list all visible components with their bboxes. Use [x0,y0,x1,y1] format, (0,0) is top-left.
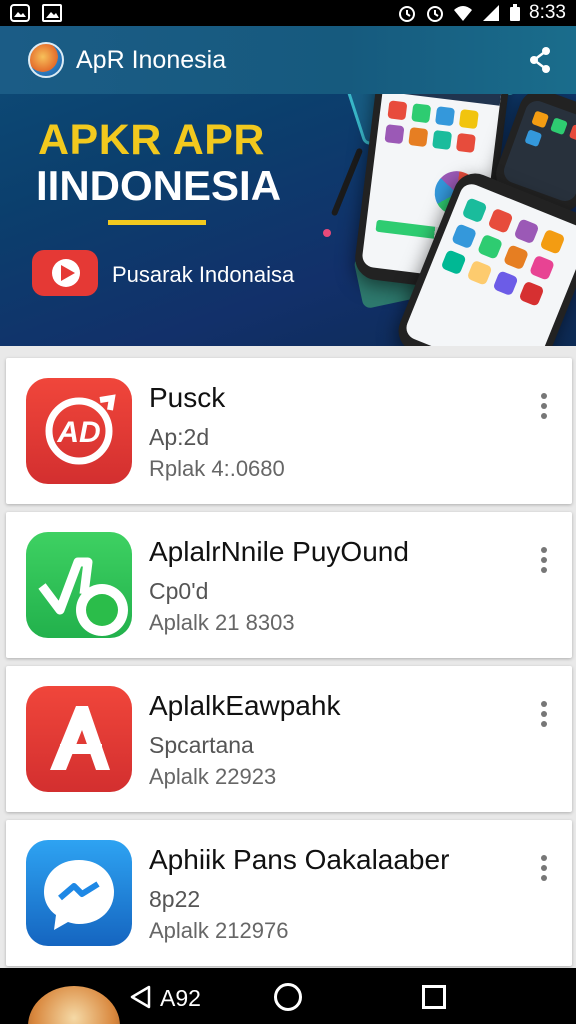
app-subtitle: Ap:2d [149,424,210,450]
list-item[interactable]: AD Pusck Ap:2d Rplak 4:.0680 [6,358,572,504]
app-subtitle: Cp0'd [149,578,209,604]
banner-header: ApR Inonesia [0,26,576,94]
avatar [28,986,120,1024]
banner-subtext: Pusarak Indonaisa [112,262,295,287]
share-icon[interactable] [524,44,556,76]
app-title: Pusck [149,382,226,413]
list-item[interactable]: AplalkEawpahk Spcartana Aplalk 22923 [6,666,572,812]
list-item[interactable]: Aphiik Pans Oakalaaber 8p22 Aplalk 21297… [6,820,572,966]
svg-text:AD: AD [56,416,100,449]
signal-icon [483,5,500,21]
gallery-icon [10,4,30,22]
app-subtitle: Spcartana [149,732,254,758]
brand-logo [28,42,64,78]
app-title: Aphiik Pans Oakalaaber [149,844,450,875]
app-subtitle: 8p22 [149,886,201,912]
decor-pen [330,147,364,217]
red-a-icon [26,686,132,792]
app-title: AplalkEawpahk [149,690,341,721]
app-meta: Aplalk 21 8303 [149,610,295,635]
nav-label: A92 [160,985,201,1011]
back-icon[interactable] [128,984,154,1010]
brand-name: ApR Inonesia [76,45,227,74]
app-meta: Aplalk 212976 [149,918,289,943]
red-ad-icon: AD [26,378,132,484]
app-list: AD Pusck Ap:2d Rplak 4:.0680 AplalrNnile… [0,346,576,968]
app-title: AplalrNnile PuyOund [149,536,409,567]
play-badge-icon [32,250,98,296]
alarm-icon [427,6,444,22]
more-options-icon[interactable] [534,852,554,884]
wifi-icon [454,6,473,21]
hero-banner: ApR Inonesia APKR APR IINDONESIA Pusarak… [0,26,576,346]
navigation-bar: A92 [0,968,576,1024]
home-icon[interactable] [274,983,302,1011]
battery-icon [510,4,521,21]
blue-messenger-icon [26,840,132,946]
banner-headline-line2: IINDONESIA [36,162,282,209]
status-bar: 8:33 [0,0,576,26]
more-options-icon[interactable] [534,390,554,422]
status-time: 8:33 [529,2,566,23]
image-icon [42,4,62,22]
app-meta: Rplak 4:.0680 [149,456,285,481]
more-options-icon[interactable] [534,698,554,730]
decor-dot [323,229,331,237]
more-options-icon[interactable] [534,544,554,576]
recent-apps-icon[interactable] [422,985,446,1009]
alarm-icon [399,6,416,22]
green-check-icon [26,532,132,638]
headline-underline [108,220,206,225]
banner-headline-line1: APKR APR [38,116,265,164]
list-item[interactable]: AplalrNnile PuyOund Cp0'd Aplalk 21 8303 [6,512,572,658]
app-meta: Aplalk 22923 [149,764,277,789]
